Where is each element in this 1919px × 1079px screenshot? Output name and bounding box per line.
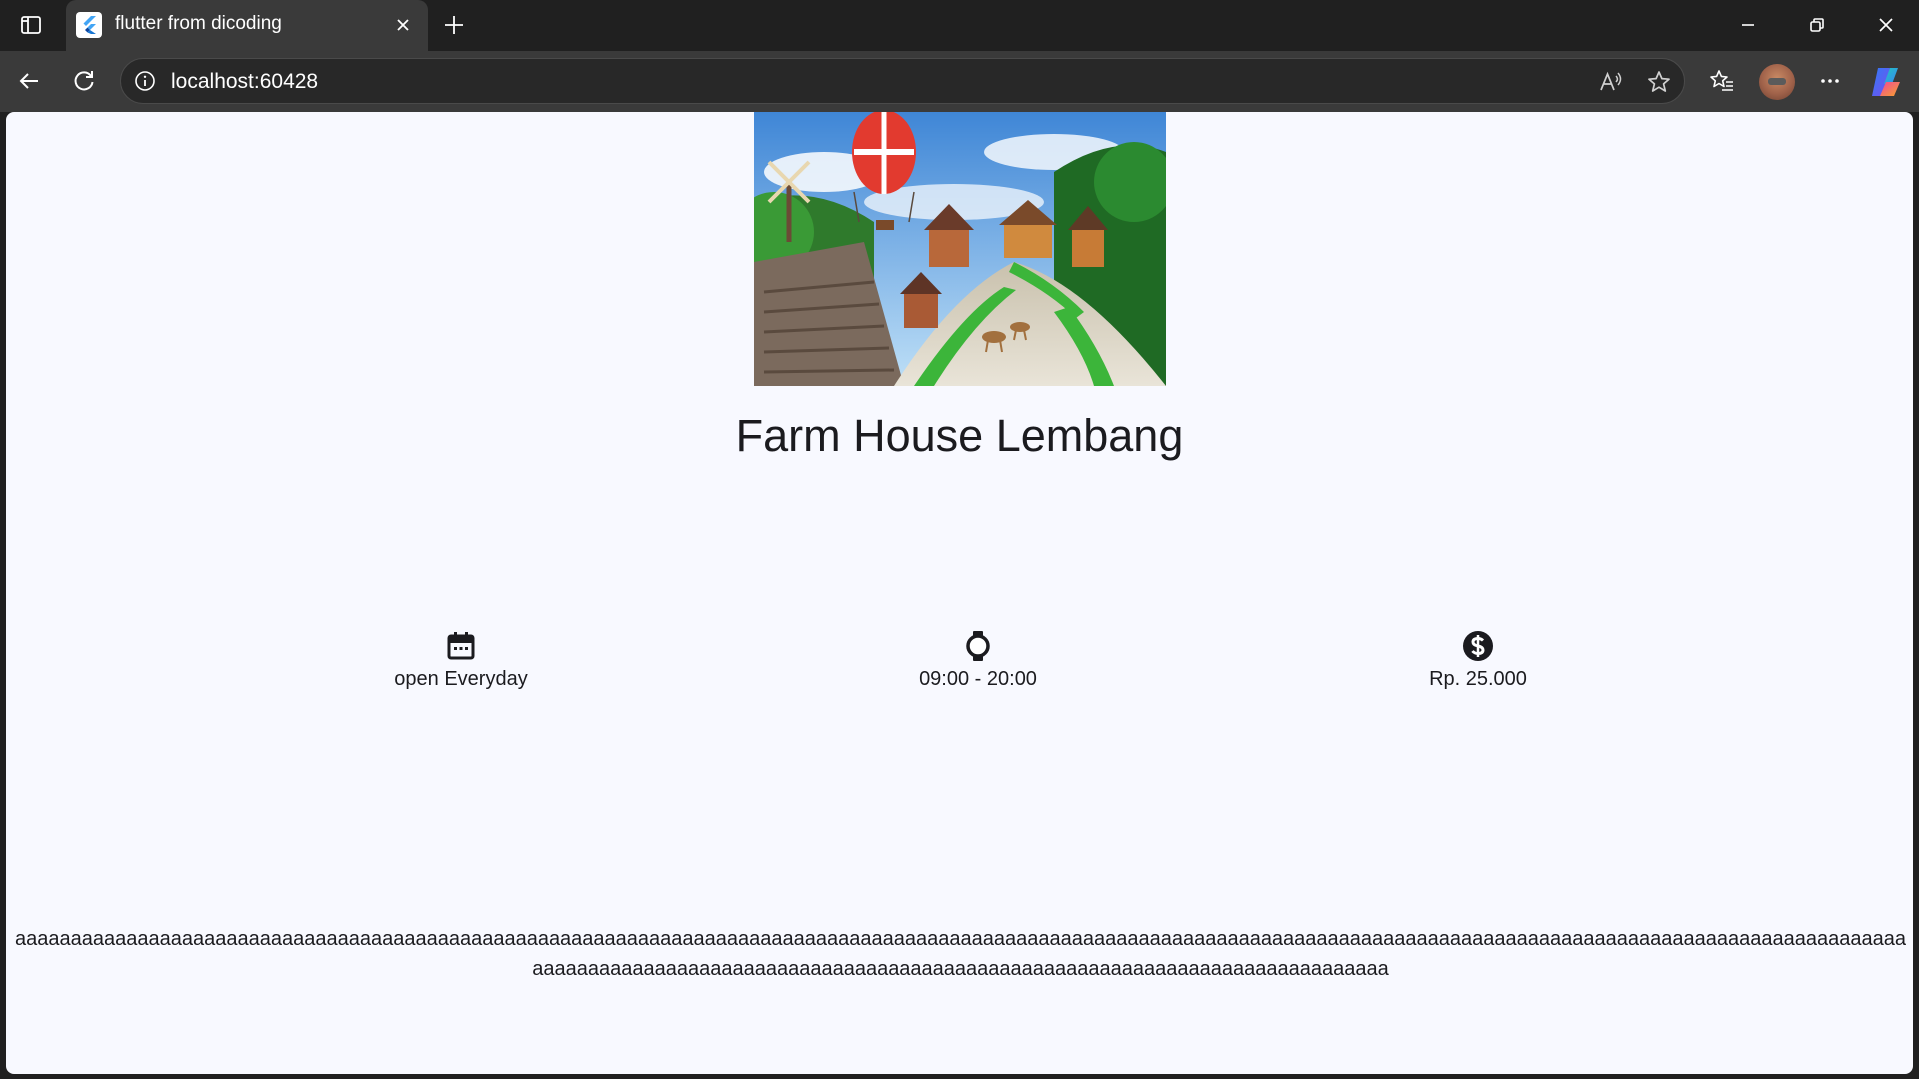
favorite-star-icon[interactable] — [1645, 68, 1673, 96]
info-hours: 09:00 - 20:00 — [828, 630, 1128, 692]
tab-title: flutter from dicoding — [115, 13, 282, 34]
flutter-logo-icon — [76, 12, 102, 38]
more-options-icon[interactable] — [1812, 63, 1848, 99]
info-icon[interactable] — [133, 69, 157, 93]
profile-avatar[interactable] — [1759, 64, 1795, 100]
calendar-icon — [447, 632, 475, 660]
new-tab-icon[interactable] — [439, 10, 469, 40]
dollar-icon — [1463, 631, 1493, 661]
close-window-icon[interactable] — [1866, 10, 1906, 40]
copilot-icon[interactable] — [1868, 64, 1904, 100]
favorites-icon[interactable] — [1704, 63, 1740, 99]
open-days-label: open Everyday — [394, 668, 528, 690]
page-title: Farm House Lembang — [735, 410, 1184, 461]
tab-strip: flutter from dicoding — [0, 0, 1919, 51]
refresh-icon[interactable] — [66, 63, 102, 99]
restore-icon[interactable] — [1797, 10, 1837, 40]
read-aloud-icon[interactable] — [1597, 68, 1625, 96]
watch-icon — [966, 631, 990, 661]
close-icon[interactable] — [390, 12, 416, 38]
sidebar-toggle-icon[interactable] — [18, 12, 44, 38]
minimize-icon[interactable] — [1728, 10, 1768, 40]
page-viewport: Farm House Lembang open Everyday 09:00 -… — [6, 112, 1913, 1074]
info-open-days: open Everyday — [311, 630, 611, 692]
url-text[interactable]: localhost:60428 — [171, 69, 318, 95]
hours-label: 09:00 - 20:00 — [919, 668, 1037, 690]
hero-image-farm-house — [754, 112, 1166, 386]
address-bar[interactable]: localhost:60428 — [120, 58, 1685, 104]
browser-chrome: flutter from dicoding localhost:60428 — [0, 0, 1919, 112]
back-arrow-icon[interactable] — [11, 63, 47, 99]
browser-toolbar: localhost:60428 — [0, 51, 1919, 112]
price-label: Rp. 25.000 — [1429, 668, 1527, 690]
info-price: Rp. 25.000 — [1328, 630, 1628, 692]
description-text: aaaaaaaaaaaaaaaaaaaaaaaaaaaaaaaaaaaaaaaa… — [15, 928, 1906, 980]
